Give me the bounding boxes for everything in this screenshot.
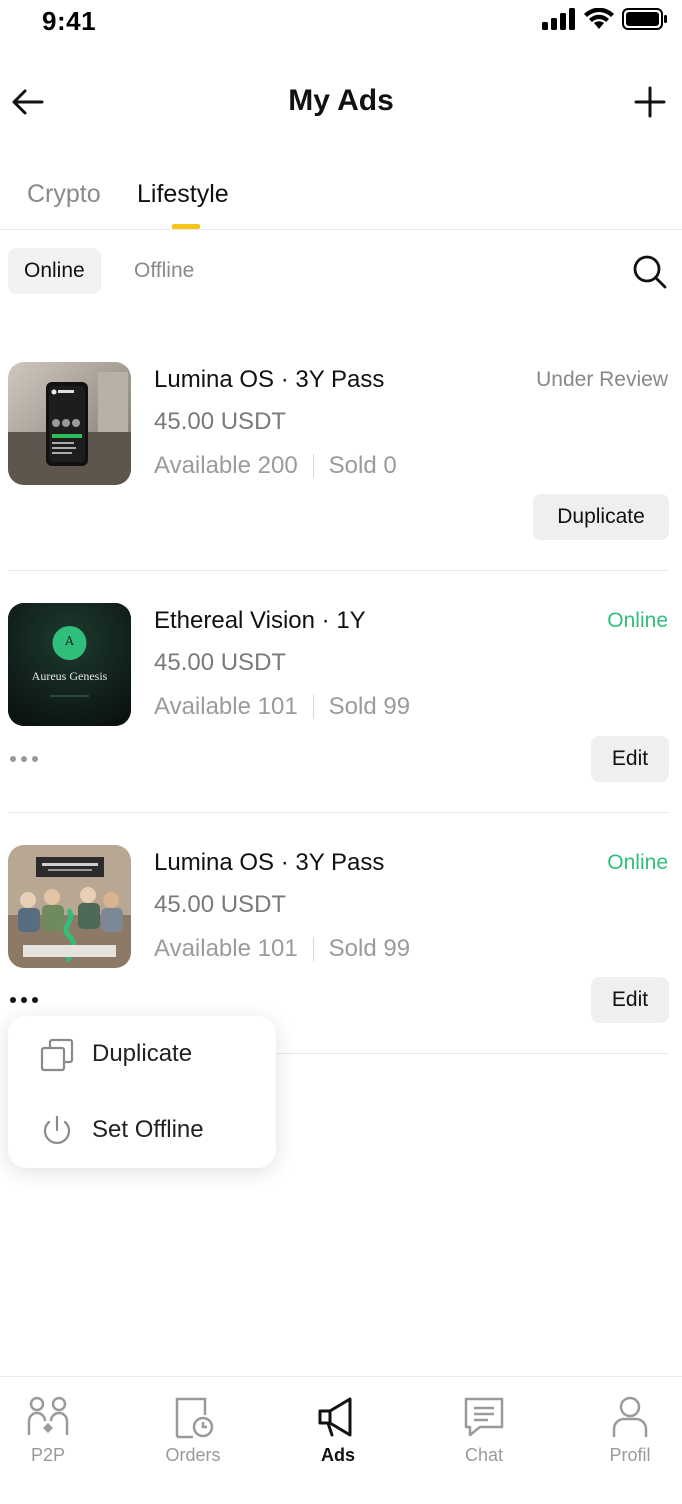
page-title: My Ads [288,84,394,117]
ad-stock-info: Available 101 Sold 99 [154,935,410,963]
profile-icon [612,1396,648,1437]
filter-online-chip[interactable]: Online [8,248,101,294]
ad-status-badge: Online [607,609,668,632]
ad-status-badge: Online [607,851,668,874]
ad-sold: Sold 0 [328,452,397,479]
more-dots-icon [10,997,16,1003]
ad-sold: Sold 99 [328,935,411,962]
ad-price: 45.00 USDT [154,891,287,918]
nav-label: Ads [320,1445,355,1465]
status-icons [542,8,668,30]
thumb-badge-letter: A [65,634,74,648]
ad-title: Lumina OS · 3Y Pass [154,366,385,393]
menu-item-label: Set Offline [92,1116,204,1143]
ad-available: Available 101 [154,935,298,962]
ad-available: Available 200 [154,452,298,479]
ad-card[interactable]: A Aureus Genesis Ethereal Vision · 1Y On… [0,603,682,813]
add-ad-button[interactable] [634,84,666,120]
ad-sold: Sold 99 [328,693,411,720]
ad-title: Lumina OS · 3Y Pass [154,849,385,876]
filter-row: Online Offline [0,248,682,296]
nav-label: P2P [30,1445,66,1465]
ad-stock-info: Available 101 Sold 99 [154,693,410,721]
edit-button[interactable]: Edit [591,977,669,1023]
nav-item-profile[interactable]: Profil [570,1377,682,1477]
power-icon [43,1115,71,1144]
ad-price: 45.00 USDT [154,408,287,435]
tab-crypto[interactable]: Crypto [27,180,101,209]
card-divider [8,570,669,571]
ad-thumbnail-aureus: A Aureus Genesis [8,603,131,726]
ad-title: Ethereal Vision · 1Y [154,607,366,634]
plus-icon [634,86,666,118]
ad-status-badge: Under Review [536,368,668,391]
meta-divider [312,454,314,478]
ad-price: 45.00 USDT [154,649,287,676]
nav-label: Orders [165,1445,221,1465]
nav-item-p2p[interactable]: P2P [0,1377,108,1477]
chat-icon [464,1397,504,1437]
status-time: 9:41 [42,6,97,36]
menu-item-duplicate[interactable]: Duplicate [8,1024,276,1086]
wifi-icon [584,8,614,29]
ad-thumbnail-family [8,845,131,968]
tab-lifestyle[interactable]: Lifestyle [137,180,229,209]
nav-item-chat[interactable]: Chat [424,1377,544,1477]
more-options-button[interactable] [10,990,44,1010]
ad-context-menu: Duplicate Set Offline [8,1016,276,1168]
duplicate-button[interactable]: Duplicate [533,494,669,540]
status-bar: 9:41 [0,0,682,44]
menu-item-set-offline[interactable]: Set Offline [8,1100,276,1162]
megaphone-icon [318,1397,352,1437]
ad-stock-info: Available 200 Sold 0 [154,452,397,480]
thumb-brand-text: Aureus Genesis [31,669,108,683]
filter-offline-chip[interactable]: Offline [118,248,210,294]
card-divider [8,812,669,813]
more-dots-icon [10,756,16,762]
nav-item-orders[interactable]: Orders [133,1377,253,1477]
ad-card[interactable]: Lumina OS · 3Y Pass Under Review 45.00 U… [0,362,682,571]
meta-divider [312,695,314,719]
battery-icon [622,8,667,30]
active-tab-indicator [172,224,200,229]
menu-item-label: Duplicate [92,1040,193,1067]
ad-thumbnail-phone [8,362,131,485]
category-tabs: Crypto Lifestyle [0,170,682,230]
ad-available: Available 101 [154,693,298,720]
header: My Ads [0,70,682,138]
bottom-navigation: P2P Orders Ads Chat Profil [0,1376,682,1504]
edit-button[interactable]: Edit [591,736,669,782]
signal-icon [542,8,575,30]
nav-item-ads[interactable]: Ads [278,1377,398,1477]
search-icon [633,255,667,289]
nav-label: Chat [464,1445,504,1465]
p2p-icon [27,1396,69,1435]
duplicate-icon [40,1038,74,1072]
more-options-button[interactable] [10,749,44,769]
meta-divider [312,937,314,961]
nav-label: Profil [609,1445,651,1465]
search-button[interactable] [632,254,668,290]
orders-icon [175,1397,214,1439]
